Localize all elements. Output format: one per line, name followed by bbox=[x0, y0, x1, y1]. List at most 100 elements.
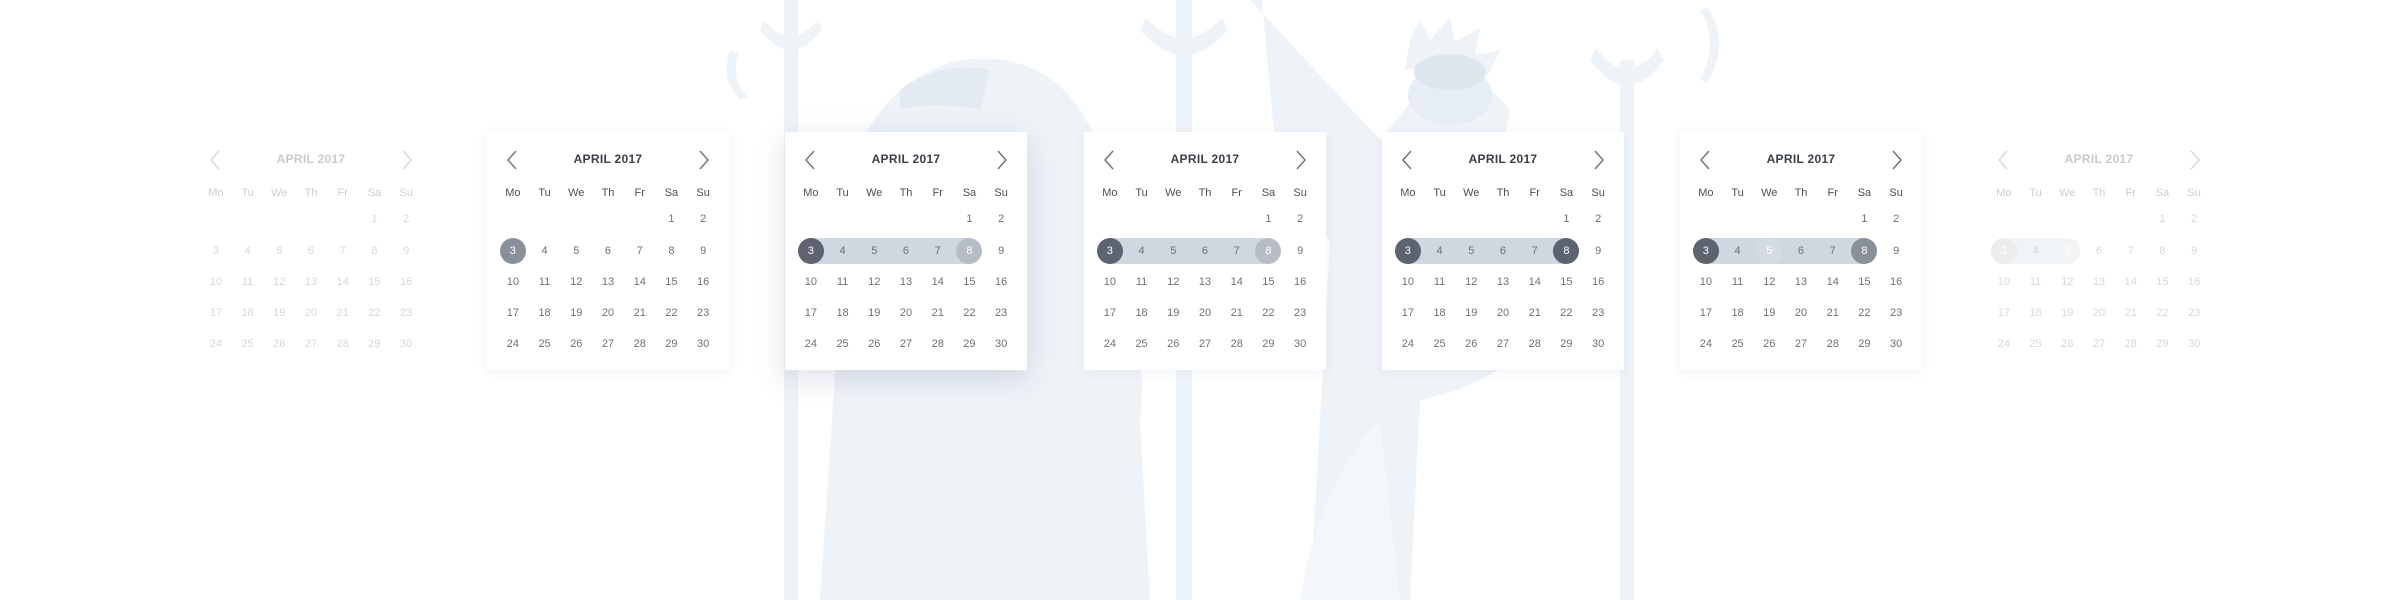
day-cell[interactable]: 18 bbox=[529, 300, 561, 326]
day-cell[interactable]: 19 bbox=[1157, 300, 1189, 326]
day-cell[interactable]: 15 bbox=[359, 269, 391, 295]
day-cell[interactable]: 10 bbox=[1094, 269, 1126, 295]
day-cell[interactable]: 27 bbox=[592, 331, 624, 357]
day-cell[interactable]: 11 bbox=[2020, 269, 2052, 295]
day-cell[interactable]: 2 bbox=[1880, 206, 1912, 232]
day-cell[interactable]: 2 bbox=[687, 206, 719, 232]
day-cell[interactable]: 21 bbox=[327, 300, 359, 326]
day-cell[interactable]: 25 bbox=[1424, 331, 1456, 357]
day-cell[interactable]: 21 bbox=[1221, 300, 1253, 326]
day-cell[interactable]: 14 bbox=[922, 269, 954, 295]
day-cell[interactable]: 28 bbox=[922, 331, 954, 357]
day-cell[interactable]: 26 bbox=[1157, 331, 1189, 357]
day-cell[interactable]: 20 bbox=[1785, 300, 1817, 326]
day-cell[interactable]: 29 bbox=[954, 331, 986, 357]
day-cell[interactable]: 6 bbox=[295, 238, 327, 264]
day-cell[interactable]: 18 bbox=[2020, 300, 2052, 326]
day-cell[interactable]: 27 bbox=[1189, 331, 1221, 357]
day-cell[interactable]: 22 bbox=[2147, 300, 2179, 326]
day-cell[interactable]: 10 bbox=[200, 269, 232, 295]
day-cell[interactable]: 15 bbox=[656, 269, 688, 295]
day-cell[interactable]: 9 bbox=[390, 238, 422, 264]
day-cell[interactable]: 7 bbox=[1816, 238, 1849, 264]
day-cell[interactable]: 27 bbox=[295, 331, 327, 357]
day-cell[interactable]: 27 bbox=[2083, 331, 2115, 357]
day-cell[interactable]: 30 bbox=[1284, 331, 1316, 357]
day-cell[interactable]: 2 bbox=[1582, 206, 1614, 232]
day-cell[interactable]: 18 bbox=[1424, 300, 1456, 326]
day-cell[interactable]: 9 bbox=[1880, 238, 1912, 264]
day-cell[interactable]: 22 bbox=[954, 300, 986, 326]
day-cell[interactable]: 16 bbox=[1284, 269, 1316, 295]
day-cell[interactable]: 30 bbox=[985, 331, 1017, 357]
day-cell[interactable]: 19 bbox=[1455, 300, 1487, 326]
day-cell[interactable]: 1 bbox=[1551, 206, 1583, 232]
day-cell[interactable]: 16 bbox=[1582, 269, 1614, 295]
day-cell[interactable]: 14 bbox=[2115, 269, 2147, 295]
day-cell[interactable]: 15 bbox=[2147, 269, 2179, 295]
day-cell[interactable]: 28 bbox=[624, 331, 656, 357]
day-cell[interactable]: 16 bbox=[2178, 269, 2210, 295]
day-cell[interactable]: 28 bbox=[1221, 331, 1253, 357]
day-cell[interactable]: 5 bbox=[1753, 238, 1785, 264]
day-cell[interactable]: 23 bbox=[1284, 300, 1316, 326]
day-cell[interactable]: 26 bbox=[858, 331, 890, 357]
day-cell[interactable]: 16 bbox=[985, 269, 1017, 295]
day-cell[interactable]: 19 bbox=[560, 300, 592, 326]
day-cell[interactable]: 8 bbox=[1252, 238, 1285, 264]
day-cell[interactable]: 21 bbox=[922, 300, 954, 326]
day-cell[interactable]: 21 bbox=[1519, 300, 1551, 326]
day-cell[interactable]: 11 bbox=[1126, 269, 1158, 295]
day-cell[interactable]: 13 bbox=[890, 269, 922, 295]
day-cell[interactable]: 23 bbox=[2178, 300, 2210, 326]
day-cell[interactable]: 28 bbox=[1519, 331, 1551, 357]
day-cell[interactable]: 23 bbox=[1880, 300, 1912, 326]
day-cell[interactable]: 25 bbox=[232, 331, 264, 357]
day-cell[interactable]: 11 bbox=[232, 269, 264, 295]
day-cell[interactable]: 18 bbox=[1126, 300, 1158, 326]
day-cell[interactable]: 25 bbox=[2020, 331, 2052, 357]
day-cell[interactable]: 20 bbox=[295, 300, 327, 326]
day-cell[interactable]: 22 bbox=[1551, 300, 1583, 326]
day-cell[interactable]: 3 bbox=[1392, 238, 1424, 264]
day-cell[interactable]: 29 bbox=[656, 331, 688, 357]
day-cell[interactable]: 7 bbox=[2115, 238, 2147, 264]
day-cell[interactable]: 13 bbox=[2083, 269, 2115, 295]
day-cell[interactable]: 9 bbox=[2178, 238, 2210, 264]
day-cell[interactable]: 3 bbox=[1690, 238, 1722, 264]
day-cell[interactable]: 24 bbox=[1094, 331, 1126, 357]
day-cell[interactable]: 8 bbox=[2147, 238, 2179, 264]
day-cell[interactable]: 5 bbox=[1157, 238, 1189, 264]
day-cell[interactable]: 10 bbox=[1690, 269, 1722, 295]
day-cell[interactable]: 5 bbox=[263, 238, 295, 264]
day-cell[interactable]: 5 bbox=[1455, 238, 1487, 264]
day-cell[interactable]: 8 bbox=[359, 238, 391, 264]
day-cell[interactable]: 10 bbox=[497, 269, 529, 295]
day-cell[interactable]: 13 bbox=[592, 269, 624, 295]
day-cell[interactable]: 29 bbox=[1551, 331, 1583, 357]
day-cell[interactable]: 5 bbox=[560, 238, 592, 264]
day-cell[interactable]: 17 bbox=[1094, 300, 1126, 326]
day-cell[interactable]: 11 bbox=[1424, 269, 1456, 295]
day-cell[interactable]: 6 bbox=[2083, 238, 2115, 264]
day-cell[interactable]: 2 bbox=[2178, 206, 2210, 232]
day-cell[interactable]: 3 bbox=[1988, 238, 2020, 264]
day-cell[interactable]: 13 bbox=[295, 269, 327, 295]
day-cell[interactable]: 23 bbox=[1582, 300, 1614, 326]
day-cell[interactable]: 12 bbox=[1455, 269, 1487, 295]
day-cell[interactable]: 14 bbox=[1221, 269, 1253, 295]
day-cell[interactable]: 8 bbox=[656, 238, 688, 264]
day-cell[interactable]: 4 bbox=[2019, 238, 2052, 264]
day-cell[interactable]: 9 bbox=[1582, 238, 1614, 264]
day-cell[interactable]: 23 bbox=[985, 300, 1017, 326]
day-cell[interactable]: 3 bbox=[200, 238, 232, 264]
day-cell[interactable]: 28 bbox=[327, 331, 359, 357]
day-cell[interactable]: 30 bbox=[390, 331, 422, 357]
day-cell[interactable]: 16 bbox=[390, 269, 422, 295]
day-cell[interactable]: 22 bbox=[359, 300, 391, 326]
day-cell[interactable]: 14 bbox=[1817, 269, 1849, 295]
day-cell[interactable]: 2 bbox=[1284, 206, 1316, 232]
day-cell[interactable]: 18 bbox=[232, 300, 264, 326]
day-cell[interactable]: 1 bbox=[1253, 206, 1285, 232]
day-cell[interactable]: 5 bbox=[858, 238, 890, 264]
